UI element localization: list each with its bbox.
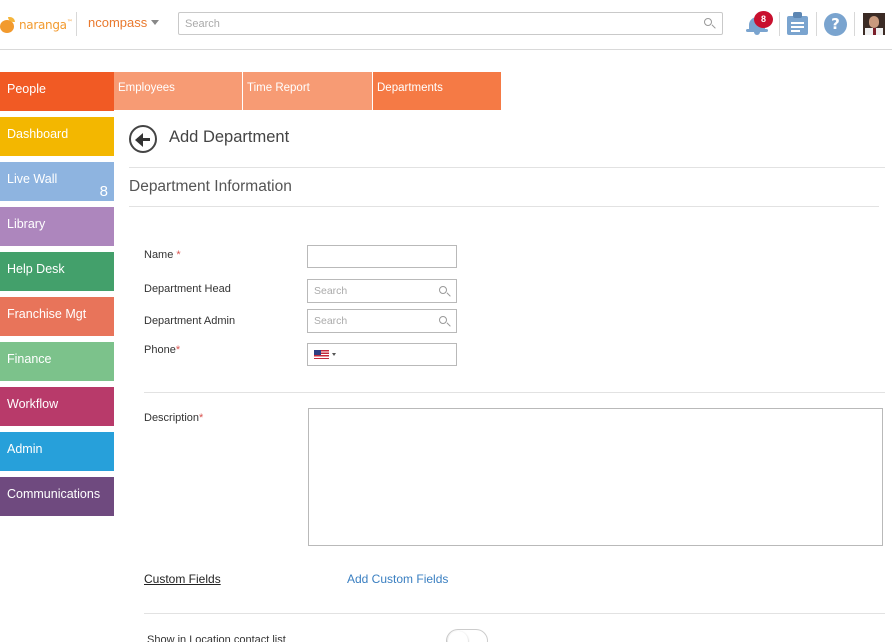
- sidebar-item-admin[interactable]: Admin: [0, 432, 114, 471]
- chevron-down-icon: [151, 20, 160, 25]
- logo-text: naranga: [19, 18, 67, 32]
- sidebar-item-label: Help Desk: [7, 262, 65, 276]
- logo-trademark: ™: [66, 19, 73, 26]
- sub-nav-tabs: Employees Time Report Departments: [114, 72, 502, 110]
- search-icon[interactable]: [439, 316, 451, 328]
- top-bar: naranga™ ncompass 8 ?: [0, 0, 892, 50]
- divider: [129, 206, 879, 207]
- required-marker: *: [199, 412, 204, 424]
- sidebar-item-count: 8: [99, 183, 108, 200]
- sidebar-item-label: Franchise Mgt: [7, 307, 87, 321]
- sidebar-item-label: Workflow: [7, 397, 59, 411]
- show-in-contact-list-toggle[interactable]: [446, 629, 488, 642]
- sidebar-item-live-wall[interactable]: Live Wall 8: [0, 162, 114, 201]
- orange-logo-icon: [0, 17, 16, 33]
- divider: [129, 167, 885, 168]
- department-head-search-input[interactable]: [308, 280, 456, 302]
- divider: [854, 12, 855, 36]
- divider: [76, 12, 77, 36]
- sidebar-item-label: Live Wall: [7, 172, 58, 186]
- divider: [144, 613, 885, 614]
- chevron-down-icon: [332, 353, 336, 356]
- description-label: Description*: [144, 412, 204, 424]
- sidebar-item-workflow[interactable]: Workflow: [0, 387, 114, 426]
- search-icon[interactable]: [439, 286, 451, 298]
- avatar[interactable]: [863, 13, 885, 35]
- department-head-field: [307, 279, 457, 303]
- naranga-logo[interactable]: naranga™: [0, 14, 73, 36]
- department-admin-label: Department Admin: [144, 315, 236, 327]
- divider: [816, 12, 817, 36]
- search-icon[interactable]: [704, 18, 716, 30]
- tab-departments[interactable]: Departments: [373, 72, 501, 110]
- sidebar-item-dashboard[interactable]: Dashboard: [0, 117, 114, 156]
- country-code-dropdown[interactable]: [314, 350, 336, 359]
- section-title: Department Information: [129, 178, 292, 195]
- global-search: [178, 12, 723, 35]
- tab-time-report[interactable]: Time Report: [243, 72, 372, 110]
- clipboard-icon[interactable]: [787, 12, 809, 36]
- us-flag-icon: [314, 350, 329, 359]
- department-admin-field: [307, 309, 457, 333]
- sidebar-item-people[interactable]: People: [0, 72, 114, 111]
- app-switcher-label: ncompass: [88, 15, 148, 30]
- sidebar-item-finance[interactable]: Finance: [0, 342, 114, 381]
- name-input[interactable]: [308, 246, 456, 267]
- divider: [144, 392, 885, 393]
- sidebar-item-label: Admin: [7, 442, 43, 456]
- name-label: Name *: [144, 249, 181, 261]
- notification-count-badge[interactable]: 8: [754, 11, 773, 28]
- description-textarea[interactable]: [309, 409, 882, 545]
- sidebar-item-library[interactable]: Library: [0, 207, 114, 246]
- sidebar-item-label: People: [7, 82, 46, 96]
- department-head-label: Department Head: [144, 283, 231, 295]
- required-marker: *: [176, 249, 181, 261]
- description-field: [308, 408, 883, 546]
- sidebar: People Dashboard Live Wall 8 Library Help Des…: [0, 72, 114, 522]
- page-title: Add Department: [169, 128, 290, 146]
- divider: [779, 12, 780, 36]
- toggle-knob: [448, 631, 468, 642]
- custom-fields-link[interactable]: Custom Fields: [144, 572, 221, 586]
- app-switcher[interactable]: ncompass: [88, 15, 160, 30]
- sidebar-item-franchise-mgt[interactable]: Franchise Mgt: [0, 297, 114, 336]
- name-field: [307, 245, 457, 268]
- global-search-input[interactable]: [179, 13, 722, 34]
- sidebar-item-label: Dashboard: [7, 127, 69, 141]
- back-arrow-icon[interactable]: [129, 125, 157, 153]
- add-custom-fields-link[interactable]: Add Custom Fields: [347, 572, 448, 586]
- phone-label: Phone*: [144, 344, 181, 356]
- phone-field: [307, 343, 457, 366]
- show-in-contact-list-label: Show in Location contact list: [147, 634, 286, 642]
- help-icon[interactable]: ?: [824, 13, 847, 36]
- sidebar-item-label: Finance: [7, 352, 52, 366]
- sidebar-item-communications[interactable]: Communications: [0, 477, 114, 516]
- tab-employees[interactable]: Employees: [114, 72, 242, 110]
- sidebar-item-help-desk[interactable]: Help Desk: [0, 252, 114, 291]
- sidebar-item-label: Communications: [7, 487, 101, 501]
- required-marker: *: [175, 344, 181, 356]
- department-admin-search-input[interactable]: [308, 310, 456, 332]
- sidebar-item-label: Library: [7, 217, 46, 231]
